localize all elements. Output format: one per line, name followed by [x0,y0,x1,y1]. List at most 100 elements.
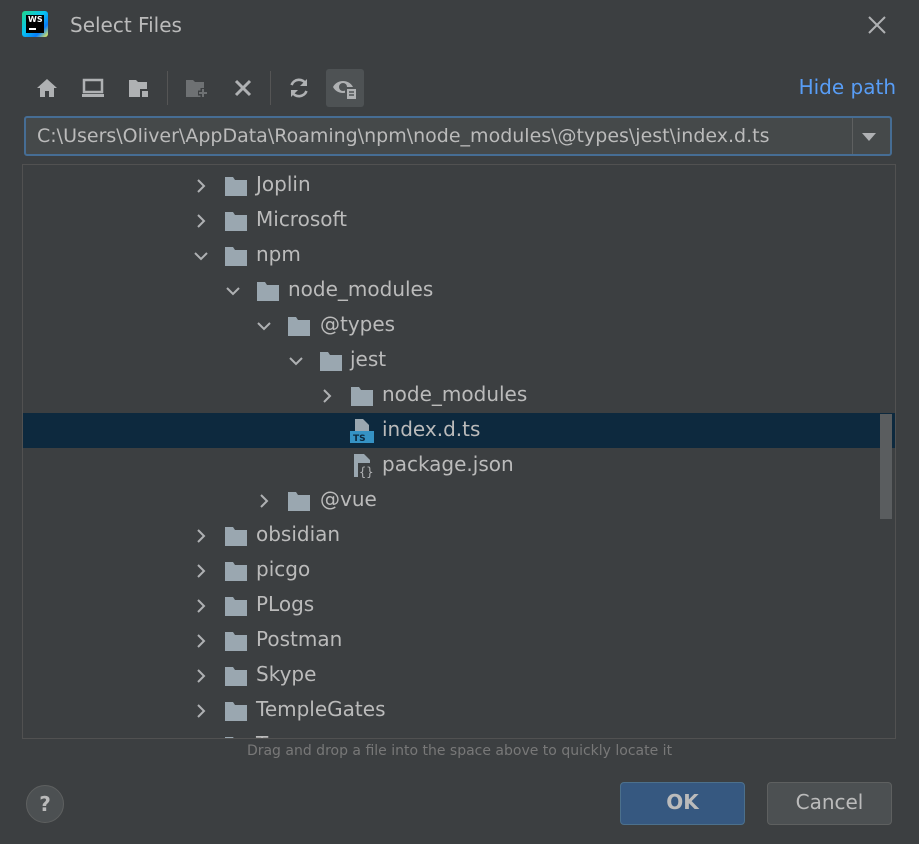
title-bar: WS Select Files [0,0,919,52]
project-folder-button[interactable] [120,69,158,107]
file-tree[interactable]: Joplin Microsoft npm node_modules @types… [22,164,896,739]
tree-row-selected[interactable]: TS index.d.ts [23,413,895,448]
chevron-right-icon[interactable] [193,213,209,229]
path-combobox[interactable]: C:\Users\Oliver\AppData\Roaming\npm\node… [24,116,892,156]
chevron-down-icon[interactable] [193,248,209,264]
svg-text:TS: TS [353,434,366,444]
webstorm-logo-icon: WS [22,11,48,37]
tree-row[interactable]: Skype [23,658,895,693]
folder-icon [225,702,247,721]
chevron-right-icon[interactable] [193,668,209,684]
cancel-button[interactable]: Cancel [767,782,892,825]
show-hidden-files-button[interactable] [326,69,364,107]
tree-row[interactable]: node_modules [23,273,895,308]
chevron-right-icon[interactable] [193,633,209,649]
chevron-right-icon[interactable] [256,493,272,509]
folder-icon [320,352,342,371]
chevron-right-icon[interactable] [193,703,209,719]
folder-icon [225,597,247,616]
chevron-down-icon[interactable] [256,318,272,334]
chevron-down-icon[interactable] [225,283,241,299]
tree-row[interactable]: @vue [23,483,895,518]
chevron-right-icon[interactable] [193,178,209,194]
tree-row[interactable]: TempleGates [23,693,895,728]
ok-button[interactable]: OK [620,782,745,825]
tree-row-label: jest [350,347,387,371]
folder-icon [225,632,247,651]
delete-button[interactable] [224,69,262,107]
tree-row-label: @types [320,312,396,336]
close-button[interactable] [862,10,892,40]
desktop-icon [82,78,104,97]
tree-row[interactable]: Postman [23,623,895,658]
refresh-button[interactable] [280,69,318,107]
refresh-icon [290,78,308,98]
tree-row-label: node_modules [382,382,528,406]
path-divider [852,118,853,154]
app-icon-text: WS [28,15,43,24]
folder-icon [288,492,310,511]
folder-icon [225,247,247,266]
dropdown-arrow-icon[interactable] [862,133,876,141]
path-input[interactable]: C:\Users\Oliver\AppData\Roaming\npm\node… [37,125,770,147]
svg-text:{}: {} [359,465,373,479]
tree-row[interactable]: Microsoft [23,203,895,238]
toolbar-separator [167,71,168,105]
tree-row-label: index.d.ts [382,417,481,441]
chevron-right-icon[interactable] [193,738,209,739]
tree-row-label: package.json [382,452,514,476]
delete-icon [234,79,252,97]
home-button[interactable] [28,69,66,107]
new-folder-button[interactable] [178,69,216,107]
typescript-file-icon: TS [350,419,374,444]
tree-row-label: T [256,732,268,738]
tree-row-label: node_modules [288,277,434,301]
hide-path-link[interactable]: Hide path [799,75,896,99]
toolbar: Hide path [26,69,896,109]
tree-row-label: Microsoft [256,207,348,231]
folder-icon [225,527,247,546]
chevron-right-icon[interactable] [319,388,335,404]
tree-scrollbar-thumb[interactable] [880,414,892,519]
folder-icon [288,317,310,336]
tree-row[interactable]: T [23,728,895,739]
chevron-right-icon[interactable] [193,528,209,544]
chevron-right-icon[interactable] [193,598,209,614]
tree-row-label: Joplin [256,172,311,196]
tree-row[interactable]: @types [23,308,895,343]
help-button[interactable]: ? [26,785,64,823]
folder-icon [225,212,247,231]
desktop-button[interactable] [74,69,112,107]
tree-row-label: npm [256,242,301,266]
tree-row[interactable]: obsidian [23,518,895,553]
chevron-down-icon[interactable] [288,353,304,369]
dialog-title: Select Files [70,13,182,37]
tree-row-label: @vue [320,487,377,511]
project-folder-icon [129,80,150,99]
tree-row-label: TempleGates [256,697,386,721]
show-hidden-icon [333,81,357,100]
folder-icon [351,387,373,406]
tree-row[interactable]: jest [23,343,895,378]
toolbar-separator [270,71,271,105]
folder-icon [225,177,247,196]
tree-row-label: PLogs [256,592,315,616]
tree-row[interactable]: {} package.json [23,448,895,483]
close-icon [868,16,886,34]
tree-row[interactable]: picgo [23,553,895,588]
folder-icon [225,562,247,581]
drag-drop-hint: Drag and drop a file into the space abov… [246,743,673,759]
folder-icon [257,282,279,301]
chevron-right-icon[interactable] [193,563,209,579]
tree-row-label: obsidian [256,522,341,546]
tree-row[interactable]: Joplin [23,168,895,203]
tree-row[interactable]: node_modules [23,378,895,413]
tree-row[interactable]: PLogs [23,588,895,623]
home-icon [37,79,57,97]
folder-icon [225,737,234,738]
folder-icon [225,667,247,686]
tree-row-label: Postman [256,627,343,651]
tree-row[interactable]: npm [23,238,895,273]
json-file-icon: {} [354,454,376,479]
tree-row-label: picgo [256,557,311,581]
